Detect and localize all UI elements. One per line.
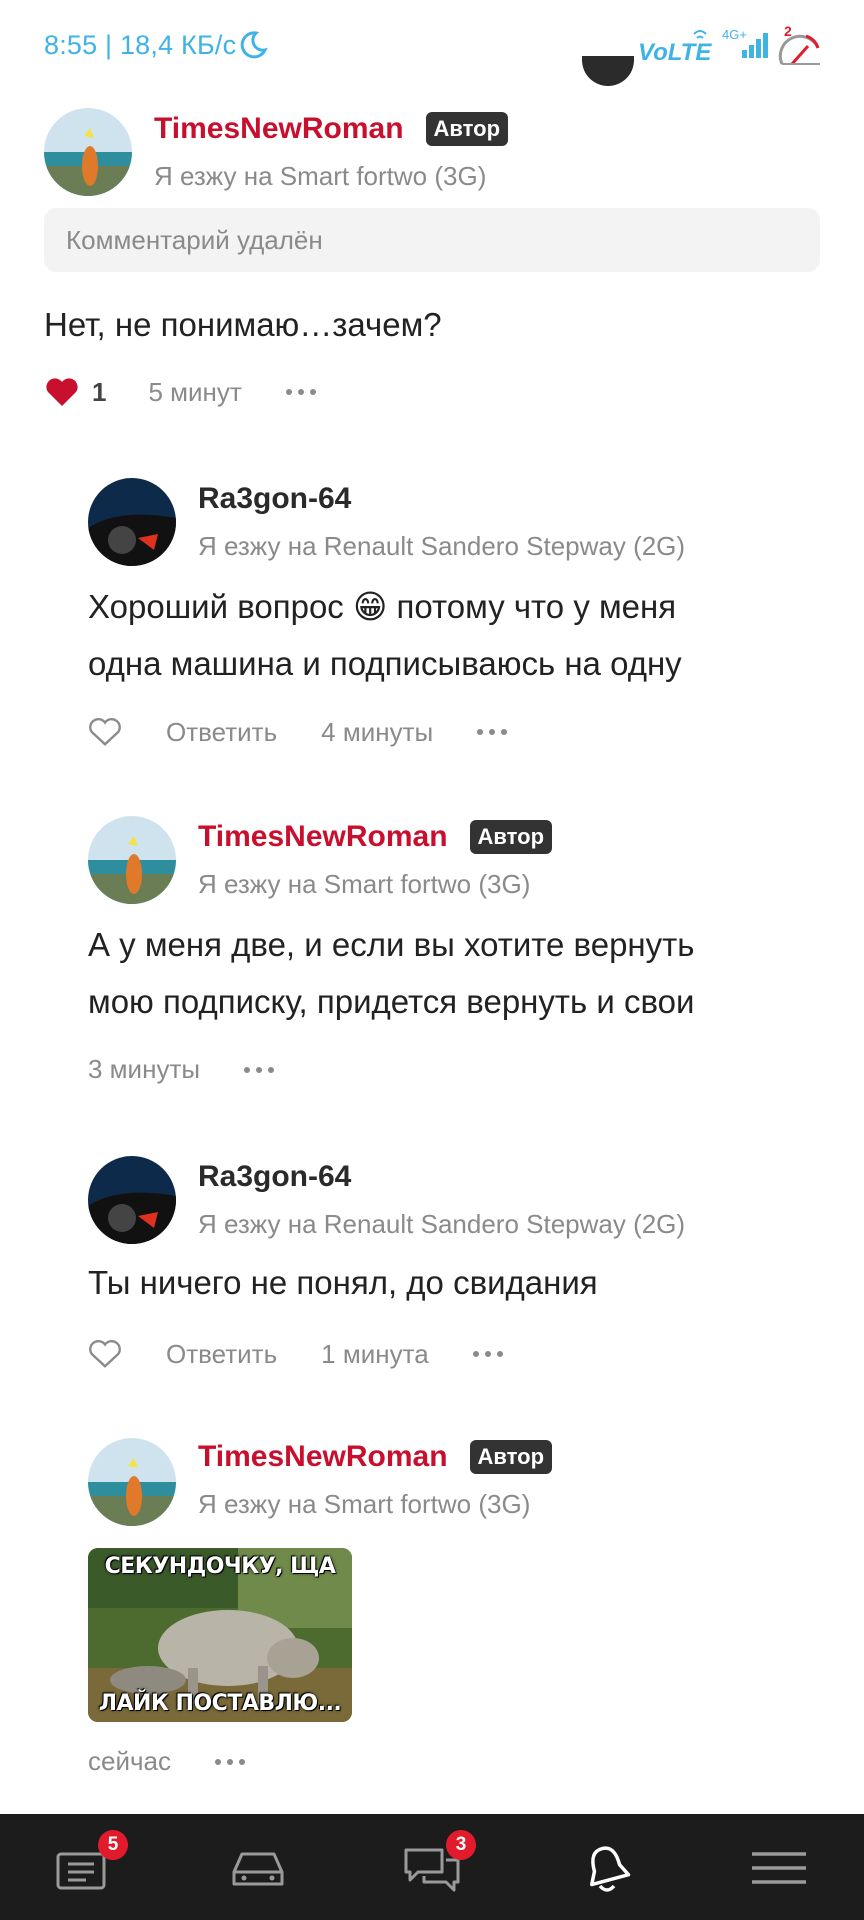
status-bar: 8:55 | 18,4 КБ/с VoLTE 4G+ 2 <box>0 0 864 92</box>
meme-caption-top: СЕКУНДОЧКУ, ЩА <box>104 1554 336 1579</box>
quoted-comment: Комментарий удалён <box>44 208 820 272</box>
like-count: 1 <box>92 376 107 407</box>
heart-filled-icon[interactable] <box>44 376 80 408</box>
network-type: 4G+ <box>722 27 747 42</box>
comment-meta: 3 минуты <box>88 1054 275 1085</box>
comment-text: Нет, не понимаю…зачем? <box>44 306 442 343</box>
comment-meta: Ответить 1 минута <box>88 1338 503 1370</box>
author-car[interactable]: Я езжу на Smart fortwo (3G) <box>154 161 486 192</box>
avatar[interactable] <box>88 1438 176 1526</box>
moon-icon <box>240 31 268 59</box>
speedometer-icon: 2 <box>778 24 820 65</box>
author-badge: Автор <box>425 112 509 146</box>
avatar[interactable] <box>88 1156 176 1244</box>
comment-time: 5 минут <box>148 376 242 407</box>
author-name[interactable]: Ra3gon-64 <box>198 1160 351 1194</box>
comment-text-line: мою подписку, придется вернуть и свои <box>88 983 695 1020</box>
author-row: TimesNewRoman Автор <box>198 1440 553 1474</box>
nav-feed[interactable]: 5 <box>26 1814 146 1920</box>
heart-outline-icon[interactable] <box>88 1338 122 1370</box>
comment-text-line: одна машина и подписываюсь на одну <box>88 645 682 682</box>
comment-text: А у меня две, и если вы хотите вернуть м… <box>88 916 694 1030</box>
status-time: 8:55 | 18,4 КБ/с <box>44 30 237 60</box>
author-name[interactable]: Ra3gon-64 <box>198 482 351 516</box>
comment-text: Ты ничего не понял, до свидания <box>88 1254 598 1311</box>
comment-time: 1 минута <box>321 1338 429 1369</box>
author-car[interactable]: Я езжу на Smart fortwo (3G) <box>198 869 530 900</box>
notification-badge: 3 <box>446 1830 476 1860</box>
quoted-comment-text: Комментарий удалён <box>66 225 323 255</box>
heart-outline-icon[interactable] <box>88 716 122 748</box>
nav-garage[interactable] <box>200 1814 320 1920</box>
comment-meta: 1 5 минут <box>44 376 316 408</box>
comment-meta: сейчас <box>88 1746 245 1777</box>
more-options-icon[interactable] <box>472 1351 503 1357</box>
volte-text: VoLTE <box>638 39 712 66</box>
comment-meta: Ответить 4 минуты <box>88 716 508 748</box>
author-car[interactable]: Я езжу на Smart fortwo (3G) <box>198 1489 530 1520</box>
meme-image[interactable]: СЕКУНДОЧКУ, ЩА ЛАЙК ПОСТАВЛЮ... <box>88 1548 352 1722</box>
comment-text-line: Ты ничего не понял, до свидания <box>88 1264 598 1301</box>
comment-text-line: Хороший вопрос 😁 потому что у меня <box>88 588 677 625</box>
author-name[interactable]: TimesNewRoman <box>198 820 448 854</box>
author-badge: Автор <box>469 1440 553 1474</box>
notification-badge: 5 <box>98 1830 128 1860</box>
more-options-icon[interactable] <box>477 729 508 735</box>
bottom-nav: 5 3 <box>0 1814 864 1920</box>
bell-icon <box>590 1846 631 1892</box>
author-row: TimesNewRoman Автор <box>198 820 553 854</box>
author-row: TimesNewRoman Автор <box>154 112 509 146</box>
meme-caption-bottom: ЛАЙК ПОСТАВЛЮ... <box>98 1691 342 1716</box>
comment-time: сейчас <box>88 1746 171 1776</box>
comment-time: 3 минуты <box>88 1054 201 1084</box>
avatar[interactable] <box>88 478 176 566</box>
signal-icon: 4G+ <box>722 27 768 58</box>
sim-number: 2 <box>784 24 792 39</box>
author-badge: Автор <box>469 820 553 854</box>
nav-notifications[interactable] <box>548 1814 668 1920</box>
author-name[interactable]: TimesNewRoman <box>198 1440 448 1474</box>
reply-button[interactable]: Ответить <box>166 717 277 748</box>
more-options-icon[interactable] <box>215 1758 245 1765</box>
author-name[interactable]: TimesNewRoman <box>154 112 404 146</box>
comment-time: 4 минуты <box>321 716 434 747</box>
comment-text: Хороший вопрос 😁 потому что у меня одна … <box>88 578 682 692</box>
nav-messages[interactable]: 3 <box>374 1814 494 1920</box>
more-options-icon[interactable] <box>285 389 316 395</box>
avatar[interactable] <box>88 816 176 904</box>
menu-icon <box>752 1852 806 1884</box>
more-options-icon[interactable] <box>244 1066 275 1073</box>
reply-button[interactable]: Ответить <box>166 1339 277 1370</box>
author-row: Ra3gon-64 <box>198 482 351 516</box>
author-car[interactable]: Я езжу на Renault Sandero Stepway (2G) <box>198 1209 685 1240</box>
car-icon <box>232 1852 284 1886</box>
author-row: Ra3gon-64 <box>198 1160 351 1194</box>
nav-menu[interactable] <box>720 1814 840 1920</box>
volte-icon: VoLTE <box>638 30 712 66</box>
author-car[interactable]: Я езжу на Renault Sandero Stepway (2G) <box>198 531 685 562</box>
comment-text-line: А у меня две, и если вы хотите вернуть <box>88 926 695 963</box>
avatar[interactable] <box>44 108 132 196</box>
